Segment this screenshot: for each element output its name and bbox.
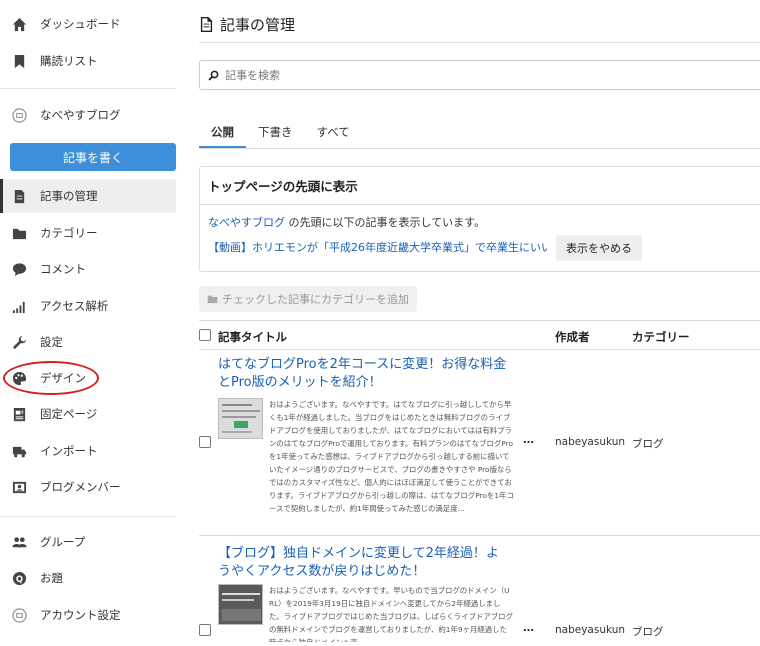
more-actions-button[interactable]: …	[523, 621, 534, 634]
document-icon	[11, 188, 27, 204]
author-cell: nabeyasukun	[555, 436, 626, 448]
tab-drafts[interactable]: 下書き	[246, 118, 305, 148]
sidebar-item-account-settings[interactable]: アカウント設定	[0, 598, 176, 632]
search-input[interactable]	[225, 68, 725, 82]
page-icon	[11, 406, 27, 422]
sidebar-item-comment[interactable]: コメント	[0, 252, 176, 286]
sidebar-item-label: デザイン	[40, 371, 86, 385]
sidebar-item-label: カテゴリー	[40, 226, 98, 240]
sidebar-item-topic[interactable]: Q お題	[0, 561, 176, 595]
article-excerpt: おはようございます。なべやすです。早いもので当ブログのドメイン（URL）を201…	[269, 586, 513, 642]
status-tabs: 公開 下書き すべて	[199, 118, 760, 148]
pinned-article-link[interactable]: 【動画】ホリエモンが「平成26年度近畿大学卒業式」で卒業生にいい...	[208, 239, 548, 255]
svg-text:Q: Q	[15, 573, 22, 583]
sidebar-item-label: なべやすブログ	[40, 108, 121, 122]
column-title-header: 記事タイトル	[218, 330, 287, 344]
sidebar-item-dashboard[interactable]: ダッシュボード	[0, 7, 176, 41]
page-title: 記事の管理	[199, 14, 295, 35]
sidebar-item-label: お題	[40, 571, 63, 585]
sidebar-divider	[0, 516, 176, 517]
sidebar-item-import[interactable]: インポート	[0, 434, 176, 468]
row-checkbox[interactable]	[199, 436, 211, 448]
member-icon	[11, 479, 27, 495]
select-all-checkbox[interactable]	[199, 329, 211, 341]
sidebar-item-category[interactable]: カテゴリー	[0, 216, 176, 250]
table-row: 【ブログ】独自ドメインに変更して2年経過！ようやくアクセス数が戻りはじめた！ お…	[199, 536, 760, 646]
sidebar-item-label: グループ	[40, 535, 86, 549]
group-icon	[11, 534, 27, 550]
sidebar-item-label: アクセス解析	[40, 299, 109, 313]
account-icon	[11, 607, 27, 623]
palette-icon	[11, 370, 27, 386]
document-icon	[200, 17, 213, 32]
write-article-button[interactable]: 記事を書く	[10, 143, 176, 171]
tab-all[interactable]: すべて	[305, 118, 362, 148]
sidebar-item-group[interactable]: グループ	[0, 525, 176, 559]
folder-icon	[11, 225, 27, 241]
article-thumbnail[interactable]	[218, 398, 263, 439]
article-excerpt: おはようございます。なべやすです。はてなブログに引っ越ししてから早くも1年が経過…	[269, 400, 514, 513]
blog-name-link[interactable]: なべやすブログ	[208, 216, 285, 229]
more-actions-button[interactable]: …	[523, 433, 534, 446]
sidebar-item-label: コメント	[40, 262, 86, 276]
page-title-text: 記事の管理	[220, 16, 296, 34]
column-category-header: カテゴリー	[632, 330, 690, 344]
pinned-box-desc-text: の先頭に以下の記事を表示しています。	[285, 216, 486, 229]
sidebar-item-article-management[interactable]: 記事の管理	[0, 179, 176, 213]
category-cell[interactable]: ブログ	[632, 624, 664, 639]
table-header: 記事タイトル 作成者 カテゴリー	[199, 322, 760, 350]
sidebar-item-label: 記事の管理	[40, 189, 98, 203]
article-title-link[interactable]: はてなブログProを2年コースに変更！お得な料金とPro版のメリットを紹介！	[218, 356, 508, 392]
bulk-divider	[199, 320, 760, 321]
sidebar-item-analytics[interactable]: アクセス解析	[0, 289, 176, 323]
article-title-link[interactable]: 【ブログ】独自ドメインに変更して2年経過！ようやくアクセス数が戻りはじめた！	[218, 545, 508, 581]
sidebar-item-settings[interactable]: 設定	[0, 325, 176, 359]
sidebar-item-label: 固定ページ	[40, 407, 98, 421]
home-icon	[11, 16, 27, 32]
stop-pinning-button[interactable]: 表示をやめる	[556, 235, 642, 261]
search-icon	[208, 70, 219, 81]
search-box[interactable]	[199, 60, 760, 90]
topic-icon: Q	[11, 570, 27, 586]
sidebar-divider	[0, 88, 176, 89]
sidebar-item-blog-members[interactable]: ブログメンバー	[0, 470, 176, 504]
bookmark-icon	[11, 53, 27, 69]
pinned-box-description: なべやすブログ の先頭に以下の記事を表示しています。	[208, 214, 485, 230]
comment-icon	[11, 261, 27, 277]
sidebar-item-design[interactable]: デザイン	[0, 361, 176, 395]
bulk-button-label: チェックした記事にカテゴリーを追加	[222, 293, 409, 306]
wrench-icon	[11, 334, 27, 350]
sidebar-item-label: インポート	[40, 444, 98, 458]
tab-published[interactable]: 公開	[199, 118, 246, 148]
truck-icon	[11, 443, 27, 459]
table-row: はてなブログProを2年コースに変更！お得な料金とPro版のメリットを紹介！ お…	[199, 350, 760, 536]
article-thumbnail[interactable]	[218, 584, 263, 625]
row-checkbox[interactable]	[199, 624, 211, 636]
blog-avatar-icon	[11, 107, 27, 123]
title-divider	[199, 42, 760, 43]
sidebar-item-label: アカウント設定	[40, 608, 121, 622]
pinned-box-heading: トップページの先頭に表示	[200, 167, 760, 205]
bar-chart-icon	[11, 298, 27, 314]
author-cell: nabeyasukun	[555, 624, 626, 636]
sidebar: ダッシュボード 購読リスト なべやすブログ 記事を書く 記事の管理 カテゴリー …	[0, 0, 189, 646]
category-cell[interactable]: ブログ	[632, 436, 664, 451]
sidebar-item-label: ダッシュボード	[40, 17, 121, 31]
column-author-header: 作成者	[555, 330, 590, 344]
sidebar-item-label: 購読リスト	[40, 54, 98, 68]
main-content: 記事の管理 公開 下書き すべて トップページの先頭に表示 なべやすブログ の先…	[189, 0, 760, 646]
sidebar-item-label: 設定	[40, 335, 63, 349]
add-category-bulk-button[interactable]: チェックした記事にカテゴリーを追加	[199, 286, 417, 312]
sidebar-item-reading-list[interactable]: 購読リスト	[0, 44, 176, 78]
sidebar-item-label: ブログメンバー	[40, 480, 121, 494]
pinned-article-box: トップページの先頭に表示 なべやすブログ の先頭に以下の記事を表示しています。 …	[199, 166, 760, 272]
tabs-divider	[199, 148, 760, 149]
folder-icon	[207, 295, 218, 304]
sidebar-item-static-page[interactable]: 固定ページ	[0, 397, 176, 431]
sidebar-item-blog[interactable]: なべやすブログ	[0, 98, 176, 132]
